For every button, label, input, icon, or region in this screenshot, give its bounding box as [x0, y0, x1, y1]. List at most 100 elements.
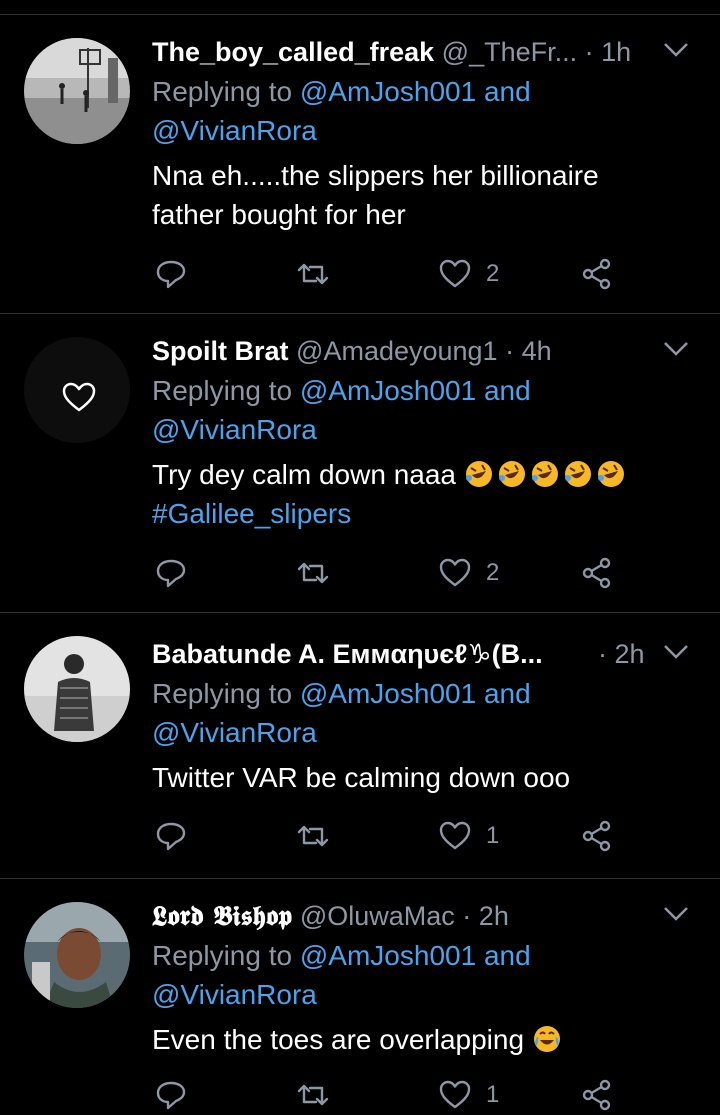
- share-button[interactable]: [580, 254, 614, 294]
- retweet-icon: [297, 263, 329, 285]
- and-others-link[interactable]: and: [484, 76, 531, 107]
- tweet-header: Babatunde A. Eммαηυєℓ♑(B... · 2h: [152, 634, 690, 674]
- share-button[interactable]: [580, 816, 614, 856]
- separator-dot: ·: [584, 37, 594, 67]
- retweet-button[interactable]: [296, 254, 330, 294]
- like-count: 1: [486, 822, 500, 849]
- tweet-header: Spoilt Brat @Amadeyoung1 · 4h: [152, 331, 690, 371]
- user-avatar[interactable]: [24, 636, 130, 742]
- chevron-down-icon[interactable]: [662, 339, 690, 359]
- hashtag-link[interactable]: #Galilee_slipers: [152, 494, 690, 533]
- timestamp[interactable]: 2h: [479, 901, 509, 931]
- tweet-item[interactable]: 𝕷𝖔𝖗𝖉 𝕭𝖎𝖘𝖍𝖔𝖕 @OluwaMac · 2h Replying to @…: [0, 879, 720, 1111]
- face-with-tears-of-joy-emoji: [533, 1026, 560, 1052]
- heart-outline-icon: [439, 558, 471, 587]
- replying-to: Replying to @AmJosh001 and: [152, 72, 690, 111]
- replying-to-label: Replying to: [152, 76, 293, 107]
- reply-button[interactable]: [154, 553, 188, 593]
- retweet-button[interactable]: [296, 816, 330, 856]
- retweet-button[interactable]: [296, 1075, 330, 1115]
- timestamp[interactable]: 4h: [522, 336, 552, 366]
- mention-link[interactable]: @AmJosh001: [300, 76, 476, 107]
- reply-icon: [156, 822, 186, 851]
- share-icon: [582, 820, 611, 852]
- retweet-icon: [297, 825, 329, 847]
- mention-link[interactable]: @VivianRora: [152, 713, 690, 752]
- photo-avatar-basketball-court: [24, 38, 130, 144]
- reply-icon: [156, 1081, 186, 1110]
- photo-avatar-selfie: [24, 902, 130, 1008]
- user-avatar[interactable]: [24, 38, 130, 144]
- display-name[interactable]: The_boy_called_freak: [152, 37, 434, 67]
- like-button[interactable]: 2: [438, 254, 499, 294]
- reply-icon: [156, 559, 186, 588]
- display-name[interactable]: Spoilt Brat: [152, 336, 289, 366]
- photo-avatar-man-standing: [24, 636, 130, 742]
- like-button[interactable]: 1: [438, 1075, 499, 1115]
- chevron-down-icon[interactable]: [662, 40, 690, 60]
- mention-link[interactable]: @VivianRora: [152, 410, 690, 449]
- reply-button[interactable]: [154, 816, 188, 856]
- reply-button[interactable]: [154, 1075, 188, 1115]
- and-others-link[interactable]: and: [484, 940, 531, 971]
- chevron-down-icon[interactable]: [662, 904, 690, 924]
- tweet-item[interactable]: Babatunde A. Eммαηυєℓ♑(B... · 2h Replyin…: [0, 613, 720, 879]
- tweet-text-content: Try dey calm down naaa: [152, 459, 456, 490]
- tweet-text: Try dey calm down naaa: [152, 455, 690, 494]
- heart-outline-icon: [439, 259, 471, 288]
- user-handle[interactable]: @Amadeyoung1: [296, 336, 498, 366]
- separator-dot: ·: [505, 336, 515, 366]
- mention-link[interactable]: @AmJosh001: [300, 375, 476, 406]
- share-icon: [582, 557, 611, 589]
- share-button[interactable]: [580, 1075, 614, 1115]
- tweet-text-content: Even the toes are overlapping: [152, 1024, 525, 1055]
- user-handle[interactable]: @OluwaMac: [300, 901, 455, 931]
- user-avatar[interactable]: [24, 337, 130, 443]
- rolling-on-floor-laughing-emoji: [498, 461, 525, 487]
- tweet-header: The_boy_called_freak @_TheFr... · 1h: [152, 32, 690, 72]
- mention-link[interactable]: @AmJosh001: [300, 940, 476, 971]
- and-others-link[interactable]: and: [484, 375, 531, 406]
- like-count: 2: [486, 260, 500, 287]
- mention-link[interactable]: @AmJosh001: [300, 678, 476, 709]
- tweet-item[interactable]: Spoilt Brat @Amadeyoung1 · 4h Replying t…: [0, 314, 720, 613]
- timestamp[interactable]: 2h: [615, 639, 645, 669]
- and-others-link[interactable]: and: [484, 678, 531, 709]
- tweet-header: 𝕷𝖔𝖗𝖉 𝕭𝖎𝖘𝖍𝖔𝖕 @OluwaMac · 2h: [152, 896, 690, 936]
- display-name[interactable]: 𝕷𝖔𝖗𝖉 𝕭𝖎𝖘𝖍𝖔𝖕: [152, 901, 292, 932]
- heart-outline-icon: [439, 821, 471, 850]
- replying-to: Replying to @AmJosh001 and: [152, 371, 690, 410]
- like-count: 2: [486, 559, 500, 586]
- like-button[interactable]: 2: [438, 553, 499, 593]
- tweet-text: Nna eh.....the slippers her billionaire: [152, 160, 599, 191]
- mention-link[interactable]: @VivianRora: [152, 975, 690, 1014]
- tweet-text: Twitter VAR be calming down ooo: [152, 762, 571, 793]
- separator-dot: ·: [598, 639, 607, 669]
- retweet-button[interactable]: [296, 553, 330, 593]
- replying-to-label: Replying to: [152, 678, 293, 709]
- user-avatar[interactable]: [24, 902, 130, 1008]
- rolling-on-floor-laughing-emoji: [597, 461, 624, 487]
- heart-outline-icon: [439, 1080, 471, 1109]
- timestamp[interactable]: 1h: [601, 37, 631, 67]
- display-name[interactable]: Babatunde A. Eммαηυєℓ♑(B...: [152, 634, 543, 674]
- retweet-icon: [297, 1084, 329, 1106]
- emoji-group: [464, 459, 629, 490]
- like-button[interactable]: 1: [438, 816, 499, 856]
- share-button[interactable]: [580, 553, 614, 593]
- replying-to-label: Replying to: [152, 375, 293, 406]
- like-count: 1: [486, 1081, 500, 1108]
- tweet-item[interactable]: The_boy_called_freak @_TheFr... · 1h Rep…: [0, 15, 720, 314]
- reply-button[interactable]: [154, 254, 188, 294]
- rolling-on-floor-laughing-emoji: [465, 461, 492, 487]
- separator-dot: ·: [462, 901, 472, 931]
- retweet-icon: [297, 562, 329, 584]
- chevron-down-icon[interactable]: [662, 642, 690, 662]
- user-handle[interactable]: @_TheFr...: [442, 37, 577, 67]
- replying-to: Replying to @AmJosh001 and: [152, 936, 690, 975]
- share-icon: [582, 1079, 611, 1111]
- heart-icon: [24, 337, 130, 443]
- replying-to: Replying to @AmJosh001 and: [152, 674, 690, 713]
- rolling-on-floor-laughing-emoji: [564, 461, 591, 487]
- mention-link[interactable]: @VivianRora: [152, 111, 690, 150]
